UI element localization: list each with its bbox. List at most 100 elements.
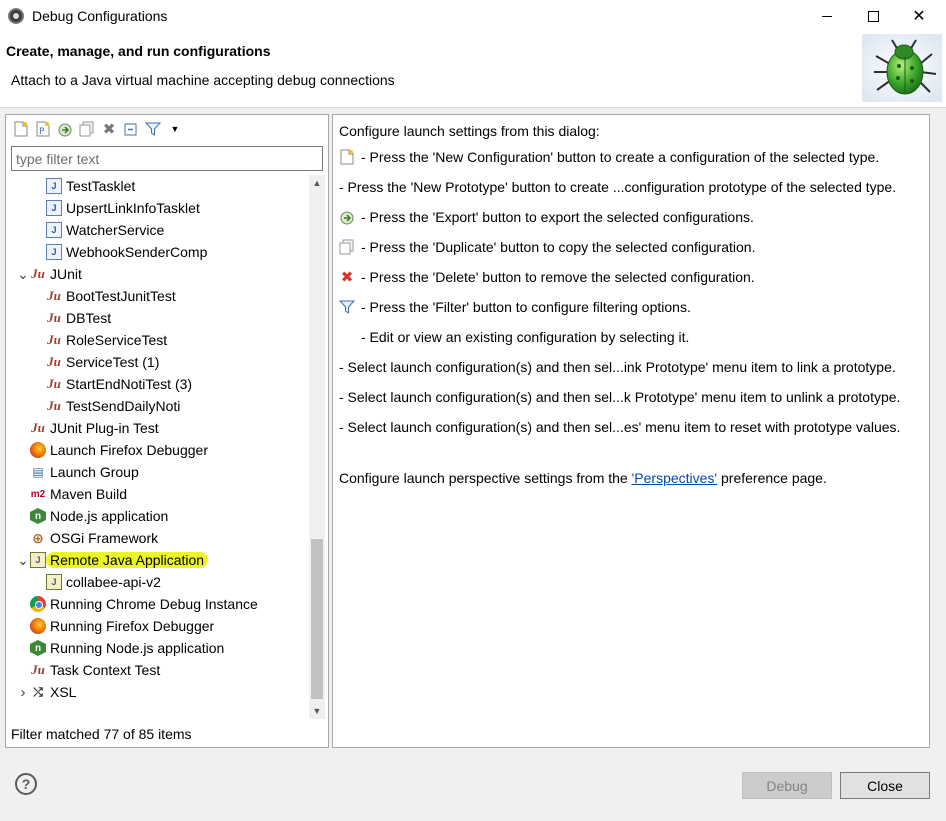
junit-icon: Ju <box>31 266 45 281</box>
new-configuration-icon[interactable] <box>12 120 30 138</box>
tree-item[interactable]: m2 Maven Build <box>16 483 127 505</box>
perspective-suffix: preference page. <box>717 470 827 486</box>
help-line: - Press the 'Export' button to export th… <box>339 209 754 225</box>
close-window-button[interactable]: ✕ <box>896 0 942 32</box>
help-line: - Edit or view an existing configuration… <box>339 329 689 345</box>
tree-item[interactable]: Launch Firefox Debugger <box>16 439 208 461</box>
tree-item[interactable]: n Node.js application <box>16 505 168 527</box>
scroll-down-chevron-icon[interactable]: ▼ <box>309 703 325 719</box>
scrollbar-thumb[interactable] <box>311 539 323 699</box>
help-line: - Select launch configuration(s) and the… <box>339 419 900 435</box>
tree-item[interactable]: Ju JUnit Plug-in Test <box>16 417 159 439</box>
collapse-all-icon[interactable] <box>122 120 140 138</box>
tree-item[interactable]: Ju Task Context Test <box>16 659 160 681</box>
tree-item[interactable]: Running Chrome Debug Instance <box>16 593 258 615</box>
help-line-text: - Select launch configuration(s) and the… <box>339 389 901 405</box>
tree-item-label: JUnit Plug-in Test <box>50 420 159 436</box>
tree-item-label: WatcherService <box>66 222 165 238</box>
tree-item-label: ServiceTest (1) <box>66 354 160 370</box>
maximize-icon <box>867 10 879 22</box>
tree-item[interactable]: Ju DBTest <box>32 307 111 329</box>
tree-item[interactable]: J UpsertLinkInfoTasklet <box>32 197 200 219</box>
tree-item[interactable]: ⊕ OSGi Framework <box>16 527 158 549</box>
tree-item-label: Running Node.js application <box>50 640 225 656</box>
tree-item-label: XSL <box>50 684 77 700</box>
remote-java-icon: J <box>46 574 62 590</box>
tree-item[interactable]: Ju StartEndNotiTest (3) <box>32 373 192 395</box>
delete-icon[interactable]: ✖ <box>100 120 118 138</box>
tree-item[interactable]: › ⤭ XSL <box>16 681 77 703</box>
tree-item-label: UpsertLinkInfoTasklet <box>66 200 200 216</box>
filter-input[interactable] <box>11 146 323 171</box>
java-app-icon: J <box>46 244 62 260</box>
configuration-tree: J TestTasklet J UpsertLinkInfoTasklet J Watch… <box>6 175 308 715</box>
new-prototype-icon[interactable]: P <box>34 120 52 138</box>
remote-java-icon: J <box>30 552 46 568</box>
java-app-icon: J <box>46 200 62 216</box>
tree-item[interactable]: J TestTasklet <box>32 175 135 197</box>
chevron-right-icon[interactable]: › <box>16 684 30 701</box>
debug-bug-icon <box>862 34 942 102</box>
junit-icon: Ju <box>47 376 61 391</box>
tree-item[interactable]: J WebhookSenderComp <box>32 241 207 263</box>
tree-scrollbar[interactable]: ▲ ▼ <box>309 175 325 719</box>
export-icon <box>339 209 355 225</box>
java-app-icon: J <box>46 178 62 194</box>
chevron-down-icon[interactable]: ⌄ <box>16 553 30 567</box>
filter-icon <box>339 299 355 315</box>
help-line-text: - Select launch configuration(s) and the… <box>339 419 901 435</box>
tree-item[interactable]: ▤ Launch Group <box>16 461 138 483</box>
tree-item-label: Launch Firefox Debugger <box>50 442 208 458</box>
help-line: ✖ - Press the 'Delete' button to remove t… <box>339 269 755 286</box>
tree-item[interactable]: Jcollabee-api-v2 <box>32 571 161 593</box>
help-button[interactable]: ? <box>15 773 37 795</box>
junit-plugin-icon: Ju <box>31 662 45 677</box>
tree-item[interactable]: Ju TestSendDailyNoti <box>32 395 180 417</box>
window-title: Debug Configurations <box>32 8 168 24</box>
help-line-text: - Press the 'Export' button to export th… <box>361 209 754 225</box>
close-button[interactable]: Close <box>840 772 930 799</box>
junit-icon: Ju <box>47 310 61 325</box>
firefox-icon <box>30 618 46 634</box>
tree-item[interactable]: Ju ServiceTest (1) <box>32 351 159 373</box>
perspectives-link[interactable]: 'Perspectives' <box>632 470 718 486</box>
intro-text: Configure launch settings from this dial… <box>339 123 600 139</box>
help-line-text: - Select launch configuration(s) and the… <box>339 359 896 375</box>
perspective-text: Configure launch perspective settings fr… <box>339 470 827 486</box>
maximize-button[interactable] <box>850 0 896 32</box>
view-menu-chevron-down-icon[interactable]: ▼ <box>166 120 184 138</box>
tree-item-label: JUnit <box>50 266 82 282</box>
minimize-button[interactable] <box>804 0 850 32</box>
perspective-prefix: Configure launch perspective settings fr… <box>339 470 632 486</box>
junit-icon: Ju <box>47 354 61 369</box>
tree-item-label: Maven Build <box>50 486 128 502</box>
help-line-text: - Press the 'Delete' button to remove th… <box>361 269 755 285</box>
tree-item-label: BootTestJunitTest <box>66 288 176 304</box>
tree-item[interactable]: ⌄ Ju JUnit <box>16 263 82 285</box>
tree-item-label: Node.js application <box>50 508 169 524</box>
title-bar: Debug Configurations ✕ <box>0 0 946 32</box>
tree-item[interactable]: Ju RoleServiceTest <box>32 329 167 351</box>
firefox-icon <box>30 442 46 458</box>
tree-item[interactable]: n Running Node.js application <box>16 637 224 659</box>
scroll-up-chevron-icon[interactable]: ▲ <box>309 175 325 191</box>
header-subtitle: Attach to a Java virtual machine accepti… <box>11 72 395 88</box>
tree-item[interactable]: ⌄ J Remote Java Application <box>16 549 209 571</box>
tree-item[interactable]: Running Firefox Debugger <box>16 615 214 637</box>
tree-item[interactable]: J WatcherService <box>32 219 164 241</box>
tree-item-label: RoleServiceTest <box>66 332 168 348</box>
chevron-down-icon[interactable]: ⌄ <box>16 267 30 281</box>
java-app-icon: J <box>46 222 62 238</box>
tree-item-label: Running Firefox Debugger <box>50 618 215 634</box>
tree-item[interactable]: Ju BootTestJunitTest <box>32 285 176 307</box>
help-line-text: - Press the 'Filter' button to configure… <box>361 299 691 315</box>
export-icon[interactable] <box>56 120 74 138</box>
duplicate-icon[interactable] <box>78 120 96 138</box>
debug-button[interactable]: Debug <box>742 772 832 799</box>
delete-icon: ✖ <box>340 269 354 286</box>
maven-icon: m2 <box>30 488 46 500</box>
tree-item-label: Remote Java Application <box>46 552 209 568</box>
tree-item-label: Task Context Test <box>50 662 161 678</box>
help-line-indent <box>339 329 355 345</box>
filter-icon[interactable] <box>144 120 162 138</box>
